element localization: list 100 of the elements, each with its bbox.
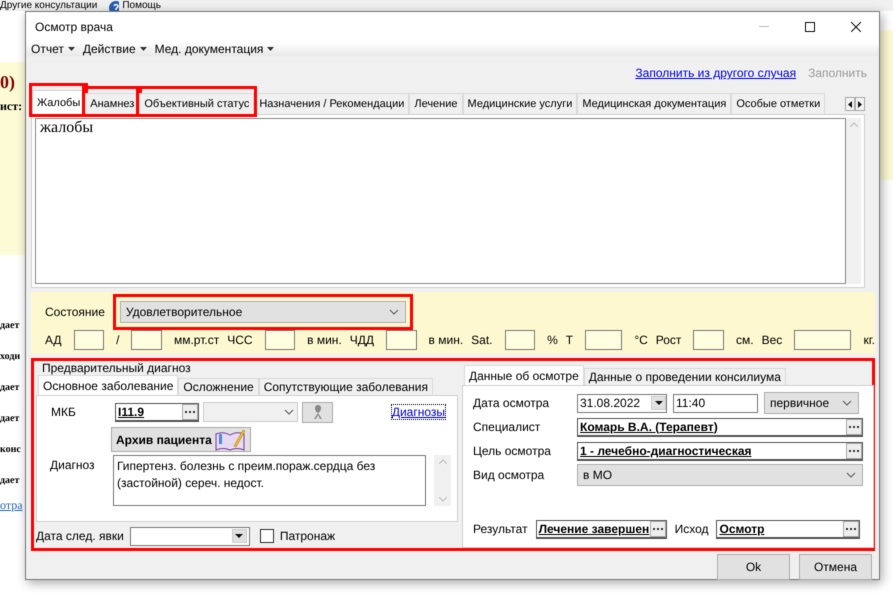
specialist-field[interactable]: Комарь В.А. (Терапевт) <box>577 418 863 436</box>
archive-button[interactable]: Архив пациента <box>111 427 251 452</box>
dots-icon <box>652 527 663 530</box>
ribbon-button[interactable] <box>302 402 333 422</box>
input-field[interactable] <box>504 330 536 350</box>
right-arrow-icon <box>858 100 862 108</box>
scroll-right-button[interactable] <box>855 97 865 111</box>
dots-icon <box>849 425 859 428</box>
chevron-icon <box>846 472 856 478</box>
tab[interactable]: Объективный статус <box>139 93 254 114</box>
tab[interactable]: Данные о проведении консилиума <box>584 368 786 385</box>
input-field[interactable] <box>794 330 852 350</box>
visit-kind-select[interactable]: в МО <box>577 464 863 486</box>
field-label: Исход <box>674 522 708 536</box>
diagnosis-field[interactable]: Гипертенз. болезнь с преим.пораж.сердца без (застойной) сереч. недост. <box>112 455 426 506</box>
chevron-icon <box>842 400 852 406</box>
code-field[interactable]: I11.9 <box>115 402 199 422</box>
dialog-button[interactable]: Ok <box>717 554 790 580</box>
browse-button[interactable] <box>182 404 198 420</box>
complaints-field[interactable]: жалобы <box>35 118 846 284</box>
caret-icon <box>140 47 147 51</box>
condition-select[interactable]: Удовлетворительное <box>120 301 406 323</box>
tab[interactable]: Сопутствующие заболевания <box>258 378 433 395</box>
link[interactable]: Заполнить из другого случая <box>635 66 796 80</box>
browse-button[interactable] <box>846 442 862 458</box>
maximize-icon <box>805 22 815 32</box>
field-label: Вес <box>762 333 782 347</box>
caret-icon <box>235 534 244 538</box>
book-icon <box>214 428 246 450</box>
tab[interactable]: Особые отметки <box>731 93 826 114</box>
dialog-button[interactable]: Отмена <box>799 554 872 580</box>
dots-icon <box>849 449 859 452</box>
field-label: АД <box>45 333 62 347</box>
scroll-left-button[interactable] <box>845 97 855 111</box>
menu-item[interactable]: Другие консультации <box>0 0 98 11</box>
background-text: дает <box>0 382 20 393</box>
group-title: Предварительный диагноз <box>41 361 192 375</box>
time-field[interactable]: 11:40 <box>673 394 758 412</box>
date-field[interactable]: 31.08.2022 <box>577 394 667 412</box>
outcome-field[interactable]: Осмотр <box>716 520 860 538</box>
input-field[interactable] <box>131 330 162 350</box>
field-label: Диагноз <box>49 457 96 474</box>
date-select[interactable] <box>130 526 250 546</box>
field-label: % <box>547 333 558 347</box>
scrollbar[interactable] <box>434 455 451 506</box>
browse-button[interactable] <box>846 418 862 434</box>
tab[interactable]: Осложнение <box>178 378 259 395</box>
field-label: Дата осмотра <box>473 396 550 410</box>
field-label: ЧСС <box>227 333 253 347</box>
tab[interactable]: Медицинская документация <box>577 93 732 114</box>
field-label: МКБ <box>50 405 77 419</box>
result-field[interactable]: Лечение завершен <box>536 520 667 538</box>
close-icon <box>851 22 861 32</box>
chevron-icon <box>284 409 294 415</box>
background-text: 0) <box>0 72 16 93</box>
ribbon-icon <box>312 404 324 420</box>
checkbox[interactable] <box>260 529 274 543</box>
visit-type-select[interactable]: первичное <box>764 392 859 414</box>
window-title: Осмотр врача <box>34 20 114 34</box>
input-field[interactable] <box>264 330 296 350</box>
background-text: конс <box>0 444 22 455</box>
left-arrow-icon <box>848 100 852 108</box>
background-text: дает <box>0 320 20 331</box>
background-text: дает <box>0 475 20 486</box>
field-label: Состояние <box>45 305 105 319</box>
tab[interactable]: Медицинские услуги <box>462 93 578 114</box>
menu-item[interactable]: Действие <box>82 42 147 56</box>
field-label: / <box>116 333 120 347</box>
scrollbar[interactable] <box>846 118 861 284</box>
tab[interactable]: Основное заболевание <box>38 375 178 395</box>
tab[interactable]: Назначения / Рекомендации <box>254 93 410 114</box>
input-field[interactable] <box>386 330 417 350</box>
dropdown-button[interactable] <box>232 529 247 543</box>
field-label: °С <box>634 333 648 347</box>
menu-item[interactable]: Помощь <box>122 0 161 11</box>
background-link[interactable]: отра <box>0 498 23 513</box>
dots-icon <box>846 527 856 530</box>
input-field[interactable] <box>585 330 622 350</box>
background-text: ходи <box>0 351 22 362</box>
input-field[interactable] <box>693 330 724 350</box>
menu-item[interactable]: Мед. документация <box>154 42 274 56</box>
tab[interactable]: Данные об осмотре <box>464 365 584 385</box>
caret-icon <box>654 401 662 405</box>
browse-button[interactable] <box>650 520 666 536</box>
background-text: ист: <box>0 99 22 114</box>
dropdown-button[interactable] <box>651 396 666 410</box>
purpose-field[interactable]: 1 - лечебно-диагностическая <box>577 442 863 460</box>
tab[interactable]: Лечение <box>409 93 463 114</box>
background-text: дает <box>0 413 20 424</box>
field-label: ЧДД <box>350 333 374 347</box>
field-label: Sat. <box>471 333 493 347</box>
field-label: Вид осмотра <box>473 468 546 482</box>
input-field[interactable] <box>74 330 104 350</box>
field-label: Дата след. явки <box>36 529 124 543</box>
field-label: см. <box>736 333 754 347</box>
menu-item[interactable]: Отчет <box>31 42 75 56</box>
browse-button[interactable] <box>843 520 860 536</box>
field-label: кг. <box>863 333 875 347</box>
diagnoses-link[interactable]: Диагнозы <box>392 405 445 419</box>
field-label: Специалист <box>473 420 542 434</box>
